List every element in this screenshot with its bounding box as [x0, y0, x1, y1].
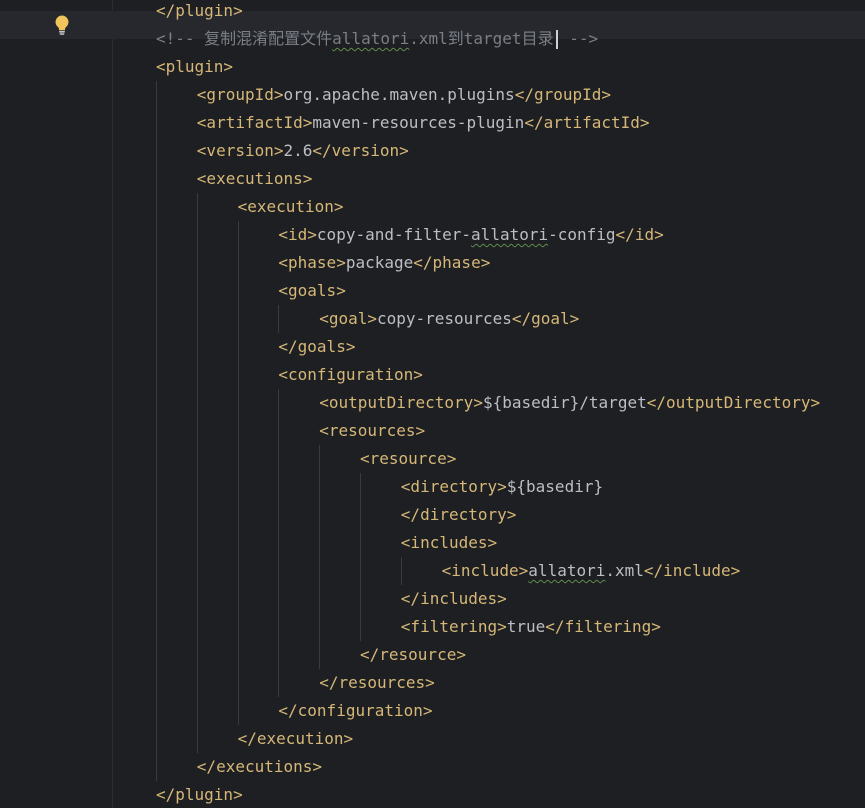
indent-guide: [278, 389, 280, 697]
xml-text: ${basedir}/target: [482, 393, 647, 412]
code-line[interactable]: <phase>package</phase>: [278, 249, 490, 277]
xml-tag: <version>: [196, 141, 284, 160]
indent-guide: [237, 221, 239, 725]
xml-tag: <include>: [441, 561, 529, 580]
indent-guide: [360, 473, 361, 641]
lightbulb-icon[interactable]: [53, 14, 71, 36]
xml-tag: <id>: [278, 225, 317, 244]
xml-text: -config: [548, 225, 616, 244]
code-line[interactable]: <directory>${basedir}: [401, 473, 603, 501]
xml-tag: </outputDirectory>: [646, 393, 821, 412]
code-line[interactable]: <groupId>org.apache.maven.plugins</group…: [197, 81, 611, 109]
xml-tag: </goal>: [511, 309, 580, 328]
xml-tag: </phase>: [413, 253, 491, 272]
xml-tag: </includes>: [400, 589, 507, 608]
xml-tag: </groupId>: [514, 85, 612, 104]
code-line[interactable]: <configuration>: [278, 361, 423, 389]
xml-tag: <filtering>: [400, 617, 507, 636]
code-line[interactable]: </resource>: [360, 641, 466, 669]
xml-text: true: [506, 617, 546, 636]
code-line[interactable]: <includes>: [401, 529, 497, 557]
xml-tag: <goals>: [278, 281, 346, 300]
code-line[interactable]: <executions>: [197, 165, 313, 193]
code-line[interactable]: </plugin>: [156, 0, 243, 25]
xml-text: package: [345, 253, 414, 272]
code-editor[interactable]: </plugin> <!-- 复制混淆配置文件allatori.xml到targe…: [0, 0, 865, 808]
xml-tag: </id>: [615, 225, 664, 244]
indent-guide: [400, 557, 402, 585]
xml-comment: .xml到target目录: [409, 29, 554, 48]
xml-text: ${basedir}: [506, 477, 604, 496]
xml-tag: <goal>: [319, 309, 377, 328]
code-line[interactable]: </includes>: [401, 585, 507, 613]
xml-text: allatori: [471, 225, 549, 244]
xml-tag: </filtering>: [545, 617, 661, 636]
xml-tag: </resources>: [319, 673, 435, 692]
code-line[interactable]: <version>2.6</version>: [197, 137, 409, 165]
code-line[interactable]: </execution>: [238, 725, 354, 753]
code-line[interactable]: <artifactId>maven-resources-plugin</arti…: [197, 109, 650, 137]
xml-tag: </resource>: [360, 645, 466, 664]
code-line[interactable]: <goals>: [278, 277, 345, 305]
xml-comment: -->: [559, 29, 599, 48]
editor-gutter: [0, 0, 112, 808]
code-line[interactable]: <resources>: [319, 417, 425, 445]
xml-text: copy-resources: [376, 309, 512, 328]
xml-tag: </configuration>: [278, 701, 433, 720]
xml-text: org.apache.maven.plugins: [283, 85, 515, 104]
xml-tag: <resources>: [319, 421, 426, 440]
xml-tag: <plugin>: [156, 57, 234, 76]
xml-tag: <configuration>: [278, 365, 423, 384]
code-line[interactable]: </configuration>: [278, 697, 432, 725]
xml-text: maven-resources-plugin: [312, 113, 525, 132]
xml-tag: <includes>: [400, 533, 498, 552]
code-line[interactable]: </resources>: [319, 669, 435, 697]
xml-comment: allatori: [332, 29, 410, 48]
code-line[interactable]: </plugin>: [156, 781, 243, 808]
xml-text: 2.6: [283, 141, 313, 160]
indent-guide: [319, 445, 321, 669]
code-line[interactable]: </executions>: [197, 753, 322, 781]
gutter-divider: [112, 0, 113, 808]
code-line[interactable]: <filtering>true</filtering>: [401, 613, 661, 641]
code-line[interactable]: </directory>: [401, 501, 517, 529]
xml-tag: </artifactId>: [524, 113, 650, 132]
code-line[interactable]: <include>allatori.xml</include>: [442, 557, 741, 585]
xml-tag: <artifactId>: [196, 113, 313, 132]
xml-text: .xml: [605, 561, 644, 580]
code-line[interactable]: <goal>copy-resources</goal>: [319, 305, 579, 333]
code-line[interactable]: <id>copy-and-filter-allatori-config</id>: [278, 221, 663, 249]
xml-tag: <phase>: [278, 253, 346, 272]
xml-tag: <execution>: [237, 197, 344, 216]
indent-guide: [156, 81, 157, 781]
code-line[interactable]: <resource>: [360, 445, 456, 473]
xml-tag: </goals>: [278, 337, 356, 356]
code-line[interactable]: <!-- 复制混淆配置文件allatori.xml到target目录 -->: [156, 25, 598, 53]
code-line[interactable]: </goals>: [278, 333, 355, 361]
xml-tag: </plugin>: [156, 1, 243, 20]
xml-tag: </plugin>: [156, 785, 243, 804]
text-caret: [555, 30, 558, 49]
code-line[interactable]: <execution>: [238, 193, 344, 221]
xml-tag: <resource>: [360, 449, 457, 468]
indent-guide: [278, 305, 280, 333]
xml-comment: <!-- 复制混淆配置文件: [156, 29, 333, 48]
xml-tag: </include>: [643, 561, 741, 580]
code-line[interactable]: <outputDirectory>${basedir}/target</outp…: [319, 389, 820, 417]
indent-guide: [196, 193, 198, 753]
xml-tag: </version>: [312, 141, 409, 160]
xml-tag: </executions>: [196, 757, 323, 776]
xml-tag: <groupId>: [196, 85, 284, 104]
xml-tag: </execution>: [237, 729, 354, 748]
xml-tag: <outputDirectory>: [319, 393, 483, 412]
xml-tag: <directory>: [400, 477, 507, 496]
code-line[interactable]: <plugin>: [156, 53, 233, 81]
xml-tag: </directory>: [400, 505, 517, 524]
xml-text: allatori: [528, 561, 606, 580]
xml-tag: <executions>: [196, 169, 313, 188]
xml-text: copy-and-filter-: [316, 225, 472, 244]
